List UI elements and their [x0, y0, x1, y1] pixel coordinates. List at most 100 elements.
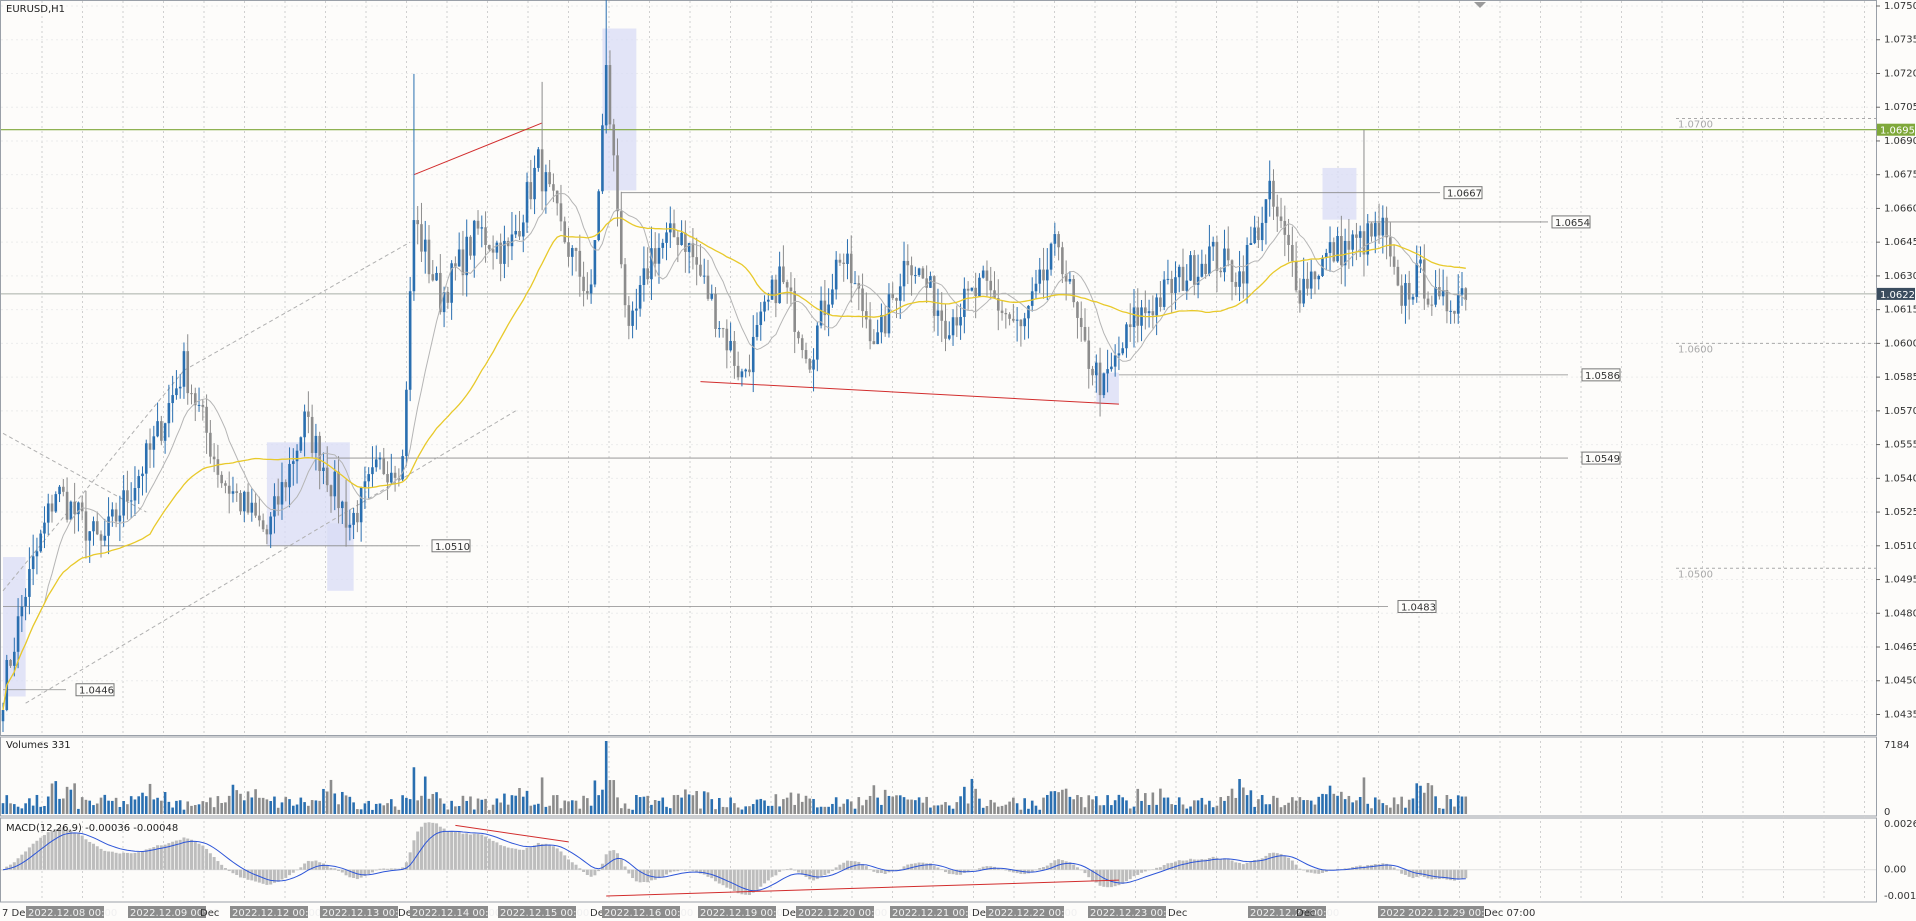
macd-histogram-bar [1075, 867, 1079, 870]
candle-body [423, 239, 427, 252]
volume-bar [895, 795, 898, 814]
macd-histogram-bar [1211, 856, 1215, 870]
candle-body [491, 249, 495, 253]
volume-bar [58, 798, 61, 814]
macd-histogram-bar [431, 822, 435, 870]
volume-bar [427, 798, 431, 814]
macd-histogram-bar [65, 829, 69, 870]
candle-body [405, 389, 408, 457]
macd-histogram-bar [502, 846, 506, 870]
candle-body [1377, 223, 1381, 236]
candle-body [431, 274, 435, 281]
candle-body [1053, 234, 1057, 244]
macd-histogram-bar [457, 831, 461, 870]
volume-bar [1110, 805, 1113, 814]
volume-bar [831, 803, 834, 814]
round-level-label: 1.0500 [1678, 569, 1713, 580]
candle-body [816, 325, 819, 360]
volume-bar [1283, 805, 1287, 814]
macd-histogram-bar [223, 868, 227, 870]
candle-body [484, 227, 487, 245]
candle-body [672, 223, 676, 238]
candle-body [831, 289, 834, 305]
volume-bar [13, 804, 16, 814]
volume-bar [390, 799, 393, 814]
macd-histogram-bar [1192, 859, 1196, 870]
candle-body [1189, 255, 1192, 281]
candle-body [303, 411, 306, 438]
macd-histogram-bar [163, 844, 167, 870]
candle-body [718, 328, 721, 330]
volume-bar [95, 803, 99, 814]
macd-histogram-bar [329, 867, 333, 870]
volume-bar [1177, 797, 1181, 814]
macd-histogram-bar [876, 869, 880, 874]
volume-bar [129, 796, 133, 814]
macd-histogram-bar [744, 869, 748, 895]
volume-bar [1038, 809, 1042, 814]
candle-body [307, 411, 310, 417]
macd-histogram-bar [378, 868, 382, 870]
volume-label: Volumes 331 [6, 740, 71, 751]
candle-body [1460, 288, 1464, 295]
price-tick-label: 1.0645 [1884, 237, 1916, 248]
macd-histogram-bar [1079, 869, 1083, 871]
macd-histogram-bar [1064, 861, 1068, 870]
candle-body [197, 404, 201, 406]
volume-bar [537, 803, 540, 814]
macd-histogram-bar [220, 864, 224, 870]
candle-body [224, 483, 227, 486]
volume-bar [472, 809, 476, 814]
macd-histogram-bar [687, 869, 691, 871]
volume-bar [748, 806, 751, 814]
volume-bar [20, 808, 24, 814]
macd-histogram-bar [1298, 868, 1302, 870]
macd-histogram-bar [110, 851, 114, 870]
candle-body [1438, 287, 1441, 297]
candle-body [1400, 285, 1403, 306]
volume-bar [1189, 806, 1192, 814]
candle-body [420, 224, 423, 252]
macd-histogram-bar [39, 837, 43, 870]
macd-histogram-bar [495, 842, 499, 870]
candle-body [1264, 199, 1268, 223]
volume-bar [729, 797, 732, 814]
volume-bar [1091, 799, 1094, 814]
volume-bar [1034, 805, 1038, 814]
candle-body [80, 502, 84, 512]
volume-bar [484, 798, 487, 814]
highlight-zone [1322, 167, 1357, 220]
volume-bar [118, 806, 122, 814]
volume-bar [43, 805, 46, 814]
volume-bar [718, 797, 721, 814]
macd-histogram-bar [1302, 869, 1306, 871]
macd-histogram-bar [427, 822, 431, 870]
candle-body [993, 290, 996, 299]
candle-body [265, 529, 269, 535]
volume-bar [733, 803, 736, 814]
price-tick-label: 1.0480 [1884, 608, 1916, 619]
volume-bar [480, 799, 484, 814]
candle-body [1098, 362, 1102, 396]
candle-body [842, 262, 846, 264]
candle-body [1434, 287, 1437, 305]
candle-body [1389, 237, 1392, 257]
volume-bar [1309, 800, 1313, 814]
macd-histogram-bar [819, 869, 823, 877]
macd-histogram-bar [567, 859, 570, 870]
macd-histogram-bar [306, 860, 310, 870]
macd-histogram-bar [774, 869, 778, 876]
macd-histogram-bar [284, 869, 288, 878]
price-tick-label: 1.0630 [1884, 271, 1916, 282]
candle-body [46, 503, 50, 523]
candle-body [616, 155, 619, 212]
macd-histogram-bar [559, 851, 563, 870]
volume-bar [122, 800, 125, 814]
candle-body [1072, 278, 1075, 303]
trading-chart[interactable]: 1.0667 1.0654 1.0586 1.0549 1.0510 1.0483 1.04… [0, 0, 1916, 921]
volume-bar [416, 800, 419, 814]
candle-body [1351, 234, 1354, 250]
macd-histogram-bar [386, 868, 390, 870]
macd-histogram-bar [389, 868, 393, 870]
volume-bar [1170, 804, 1173, 814]
